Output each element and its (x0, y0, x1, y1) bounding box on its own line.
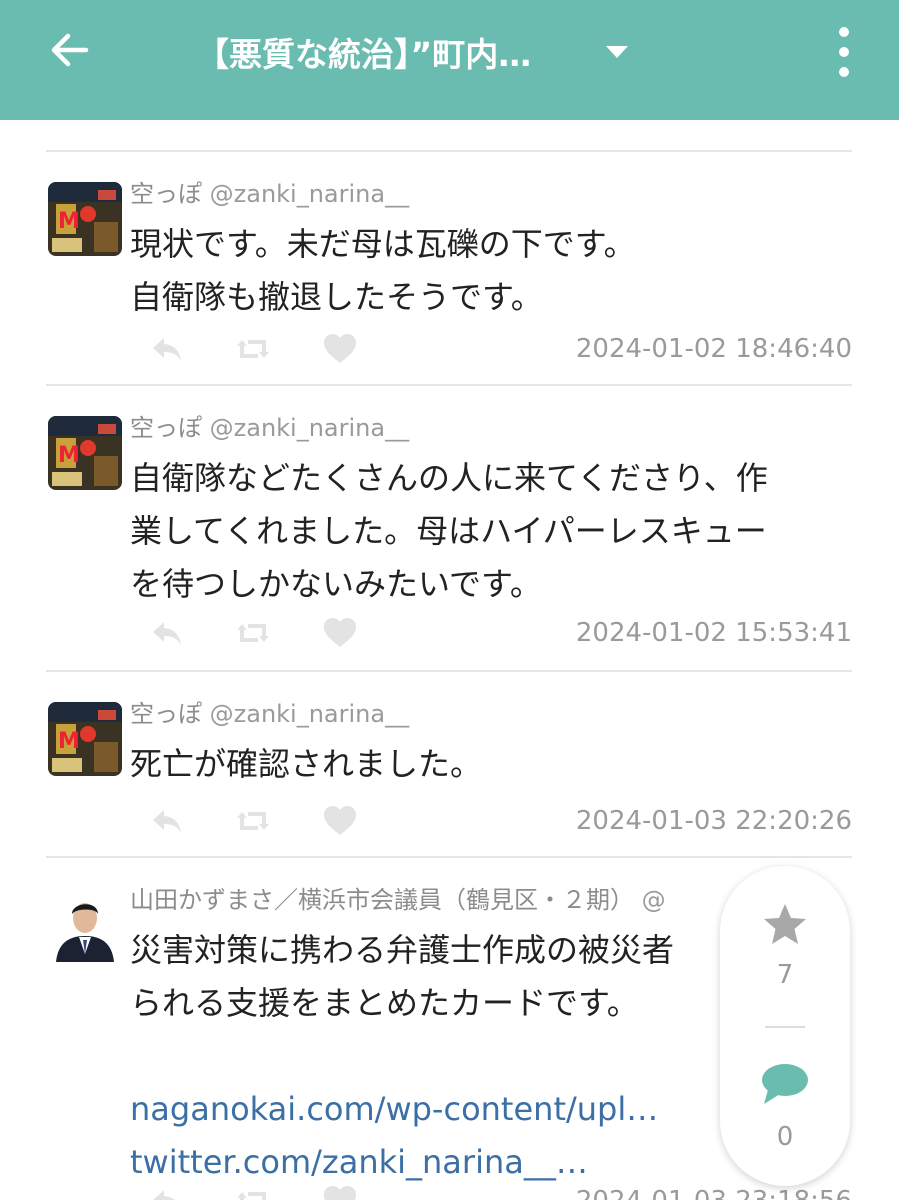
user-handle: @ (641, 886, 666, 914)
like-icon[interactable] (322, 1184, 358, 1200)
user-handle: @zanki_narina__ (209, 414, 410, 442)
tweet-actions (146, 804, 386, 844)
retweet-icon[interactable] (236, 332, 270, 366)
reaction-panel: 7 0 (720, 866, 850, 1186)
speech-bubble-icon[interactable] (760, 1062, 810, 1108)
tweet-user[interactable]: 空っぽ @zanki_narina__ (130, 694, 409, 729)
retweet-icon[interactable] (236, 804, 270, 838)
avatar[interactable]: M (48, 182, 122, 256)
like-icon[interactable] (322, 332, 358, 366)
tweet-timestamp: 2024-01-03 22:20:26 (575, 806, 852, 836)
user-handle: @zanki_narina__ (209, 180, 410, 208)
arrow-left-icon[interactable] (46, 26, 94, 74)
tweet-user[interactable]: 山田かずまさ／横浜市会議員（鶴見区・２期） @ (130, 880, 666, 915)
display-name: 空っぽ (130, 414, 202, 442)
reply-icon[interactable] (150, 1184, 184, 1200)
tweet-text: 自衛隊などたくさんの人に来てくださり、作 業してくれました。母はハイパーレスキュ… (130, 452, 850, 611)
tweet-user[interactable]: 空っぽ @zanki_narina__ (130, 408, 409, 443)
tweet-text: 死亡が確認されました。 (130, 738, 850, 791)
tweet-item[interactable]: M 空っぽ @zanki_narina__ 現状です。未だ母は瓦礫の下です。 自… (46, 150, 852, 384)
page-title[interactable]: 【悪質な統治】”町内… (196, 28, 531, 76)
tweet-text-line: 現状です。未だ母は瓦礫の下です。 (130, 225, 636, 263)
tweet-text-line: 死亡が確認されました。 (130, 745, 483, 783)
svg-text:M: M (58, 443, 80, 468)
tweet-timestamp: 2024-01-02 15:53:41 (575, 618, 852, 648)
tweet-actions (146, 1184, 386, 1200)
svg-text:M: M (58, 209, 80, 234)
reply-icon[interactable] (150, 332, 184, 366)
tweet-user[interactable]: 空っぽ @zanki_narina__ (130, 174, 409, 209)
panel-divider (765, 1026, 805, 1028)
retweet-icon[interactable] (236, 1184, 270, 1200)
tweet-timestamp: 2024-01-02 18:46:40 (575, 334, 852, 364)
tweet-text-line: 業してくれました。母はハイパーレスキュー (130, 512, 767, 550)
like-icon[interactable] (322, 804, 358, 838)
display-name: 空っぽ (130, 700, 202, 728)
retweet-icon[interactable] (236, 616, 270, 650)
tweet-item[interactable]: M 空っぽ @zanki_narina__ 死亡が確認されました。 2024-0… (46, 670, 852, 856)
tweet-text-line: 自衛隊などたくさんの人に来てくださり、作 (130, 459, 768, 497)
more-vertical-icon[interactable] (826, 22, 862, 82)
like-icon[interactable] (322, 616, 358, 650)
tweet-text-line: を待つしかないみたいです。 (130, 565, 542, 603)
display-name: 空っぽ (130, 180, 202, 208)
user-handle: @zanki_narina__ (209, 700, 410, 728)
tweet-text-line: 自衛隊も撤退したそうです。 (130, 278, 543, 316)
tweet-actions (146, 332, 386, 372)
reply-icon[interactable] (150, 616, 184, 650)
star-icon[interactable] (762, 902, 808, 946)
tweet-text: 現状です。未だ母は瓦礫の下です。 自衛隊も撤退したそうです。 (130, 218, 850, 324)
avatar[interactable]: M (48, 702, 122, 776)
svg-text:M: M (58, 729, 80, 754)
tweet-timestamp: 2024-01-03 23:18:56 (576, 1186, 852, 1200)
caret-down-icon[interactable] (603, 42, 631, 62)
avatar[interactable] (48, 888, 122, 962)
tweet-item[interactable]: M 空っぽ @zanki_narina__ 自衛隊などたくさんの人に来てくださり… (46, 384, 852, 670)
top-app-bar: 【悪質な統治】”町内… (0, 0, 899, 120)
reply-icon[interactable] (150, 804, 184, 838)
reply-count: 0 (776, 1122, 794, 1152)
star-count: 7 (776, 960, 794, 990)
display-name: 山田かずまさ／横浜市会議員（鶴見区・２期） (130, 886, 634, 914)
avatar[interactable]: M (48, 416, 122, 490)
tweet-actions (146, 616, 386, 656)
